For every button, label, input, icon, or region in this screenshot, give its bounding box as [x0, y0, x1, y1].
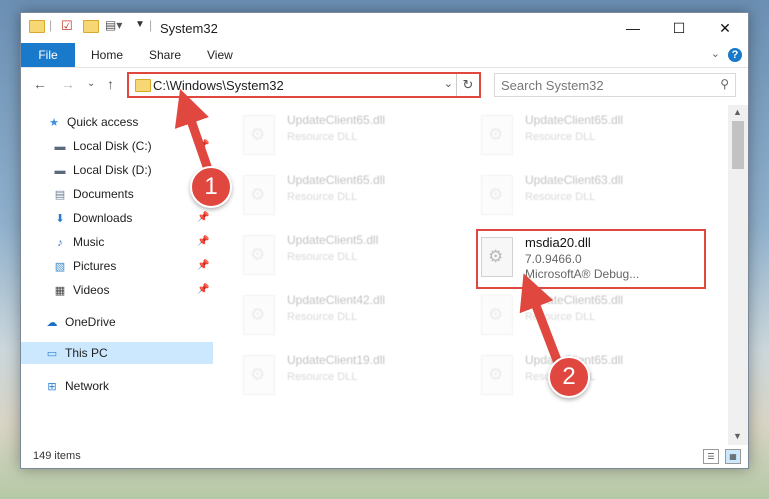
drive-icon: ▬ [54, 140, 66, 153]
tab-view[interactable]: View [207, 43, 233, 67]
navigation-pane: ★ Quick access ▬ Local Disk (C:) 📌 ▬ Local … [21, 105, 213, 445]
file-explorer-window: | ☑ ▤▾ ▼ | System32 — ☐ ✕ File Home Shar… [20, 12, 749, 469]
folder-icon [135, 79, 151, 92]
window-title: System32 [160, 21, 218, 36]
tab-file[interactable]: File [21, 43, 75, 67]
sidebar-item-pictures[interactable]: ▧ Pictures [53, 255, 117, 277]
dll-file-icon [481, 115, 513, 155]
sidebar-item-local-disk-c[interactable]: ▬ Local Disk (C:) [53, 135, 152, 157]
step-2-badge: 2 [548, 356, 590, 398]
quick-access-dropdown-icon[interactable]: ▼ [135, 19, 145, 30]
new-folder-icon[interactable] [83, 20, 99, 33]
list-item[interactable]: UpdateClient63.dll Resource DLL [481, 171, 701, 221]
search-input[interactable]: Search System32 ⚲ [494, 73, 736, 97]
list-item[interactable]: UpdateClient19.dll Resource DLL [243, 351, 463, 401]
list-item[interactable]: UpdateClient5.dll Resource DLL [243, 231, 463, 281]
search-icon[interactable]: ⚲ [720, 77, 729, 91]
step-1-badge: 1 [190, 166, 232, 208]
dll-file-icon [243, 175, 275, 215]
back-arrow-icon[interactable]: ← [33, 76, 47, 92]
list-item[interactable]: UpdateClient65.dll Resource DLL [243, 171, 463, 221]
sidebar-item-documents[interactable]: ▤ Documents [53, 183, 134, 205]
star-icon: ★ [49, 116, 59, 129]
list-item[interactable]: UpdateClient65.dll Resource DLL [481, 291, 701, 341]
up-arrow-icon[interactable]: ↑ [107, 76, 114, 92]
pin-icon[interactable]: 📌 [197, 212, 209, 223]
maximize-button[interactable]: ☐ [656, 13, 702, 43]
tab-home[interactable]: Home [91, 43, 123, 67]
folder-app-icon [29, 20, 45, 33]
recent-locations-chevron-icon[interactable]: ⌄ [87, 78, 95, 89]
list-item[interactable]: UpdateClient65.dll Resource DLL [481, 351, 701, 401]
network-icon: ⊞ [47, 380, 57, 393]
status-bar: 149 items ☰ ▦ [21, 445, 748, 468]
chevron-down-icon[interactable]: ⌄ [444, 77, 453, 90]
chevron-down-icon[interactable]: ⌄ [711, 47, 720, 60]
pc-icon: ▭ [46, 347, 58, 360]
sidebar-item-onedrive[interactable]: ☁ OneDrive [45, 311, 116, 333]
documents-icon: ▤ [54, 188, 66, 201]
search-placeholder[interactable]: Search System32 [501, 78, 604, 93]
dll-file-icon [243, 115, 275, 155]
title-bar: | ☑ ▤▾ ▼ | System32 — ☐ ✕ [21, 13, 748, 43]
videos-icon: ▦ [54, 284, 66, 297]
pin-icon[interactable]: 📌 [197, 260, 209, 271]
ribbon-tabs: File Home Share View ⌄ ? [21, 43, 748, 67]
list-item[interactable]: UpdateClient65.dll Resource DLL [243, 111, 463, 161]
help-icon[interactable]: ? [728, 48, 742, 62]
minimize-button[interactable]: — [610, 13, 656, 43]
forward-arrow-icon[interactable]: → [61, 76, 75, 92]
dll-file-icon [243, 355, 275, 395]
dll-file-icon [243, 235, 275, 275]
sidebar-item-network[interactable]: ⊞ Network [45, 375, 109, 397]
customize-toolbar-icon[interactable]: ▤▾ [105, 18, 122, 32]
pictures-icon: ▧ [54, 260, 66, 273]
refresh-icon[interactable]: ↻ [456, 74, 479, 96]
cloud-icon: ☁ [46, 316, 58, 329]
sidebar-item-quick-access[interactable]: ★ Quick access [47, 111, 138, 133]
music-icon: ♪ [57, 236, 63, 249]
sidebar-item-local-disk-d[interactable]: ▬ Local Disk (D:) [53, 159, 152, 181]
sidebar-item-this-pc[interactable]: ▭ This PC [21, 342, 213, 364]
pin-icon[interactable]: 📌 [197, 236, 209, 247]
navigation-bar: ← → ⌄ ↑ C:\Windows\System32 ⌄ ↻ Search S… [21, 67, 748, 102]
address-text[interactable]: C:\Windows\System32 [153, 78, 284, 93]
scroll-down-icon[interactable]: ▼ [733, 431, 742, 441]
dll-file-icon [481, 295, 513, 335]
scroll-thumb[interactable] [732, 121, 744, 169]
details-view-icon[interactable]: ☰ [703, 449, 719, 464]
dll-file-icon [481, 355, 513, 395]
download-icon: ⬇ [55, 212, 65, 225]
separator: | [49, 18, 53, 32]
dll-file-icon [243, 295, 275, 335]
sidebar-item-downloads[interactable]: ⬇ Downloads [53, 207, 132, 229]
list-item[interactable]: UpdateClient42.dll Resource DLL [243, 291, 463, 341]
pin-icon[interactable]: 📌 [197, 284, 209, 295]
large-icons-view-icon[interactable]: ▦ [725, 449, 741, 464]
scroll-up-icon[interactable]: ▲ [733, 107, 742, 117]
close-button[interactable]: ✕ [702, 13, 748, 43]
address-bar[interactable]: C:\Windows\System32 ⌄ ↻ [127, 72, 481, 98]
tab-share[interactable]: Share [149, 43, 181, 67]
item-count: 149 items [33, 450, 81, 462]
properties-icon[interactable]: ☑ [61, 18, 73, 34]
sidebar-item-videos[interactable]: ▦ Videos [53, 279, 110, 301]
separator: | [149, 18, 153, 32]
sidebar-item-music[interactable]: ♪ Music [53, 231, 104, 253]
list-item[interactable]: UpdateClient65.dll Resource DLL [481, 111, 701, 161]
dll-file-icon [481, 175, 513, 215]
drive-icon: ▬ [54, 164, 66, 177]
pin-icon[interactable]: 📌 [197, 140, 209, 151]
annotation-highlight-box [476, 229, 706, 289]
vertical-scrollbar[interactable]: ▲ ▼ [728, 105, 748, 445]
